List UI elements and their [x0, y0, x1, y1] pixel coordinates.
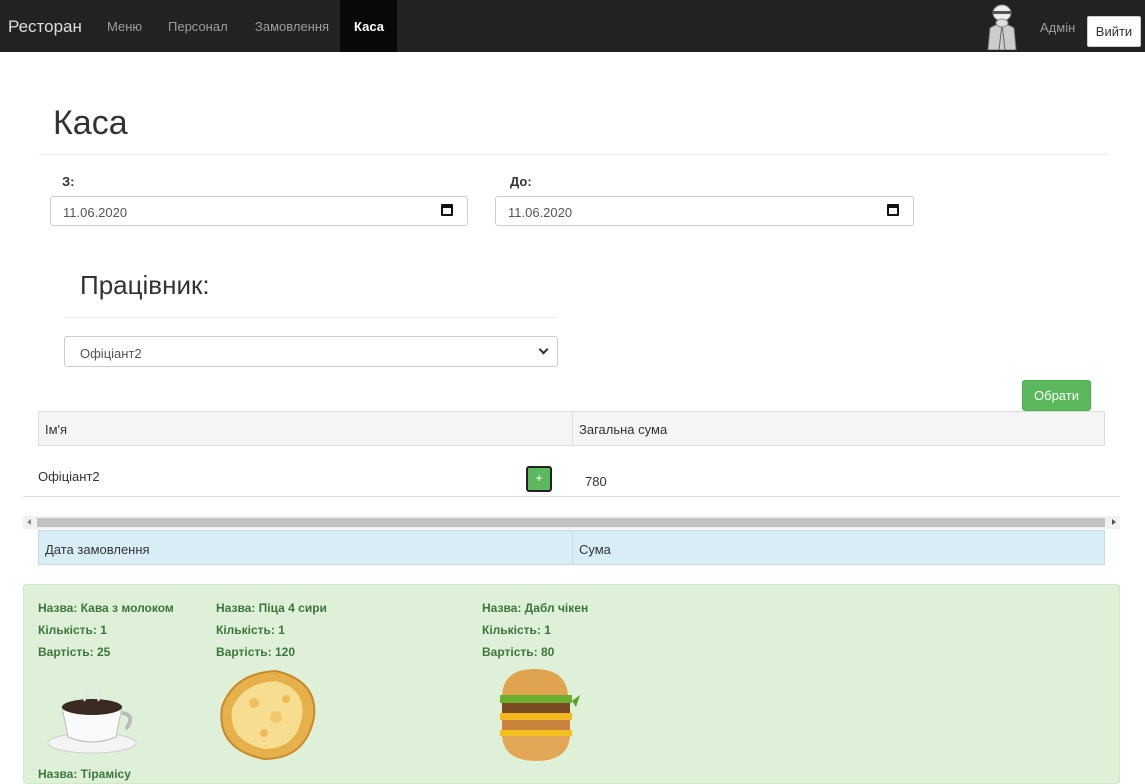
table-header: Ім'я Загальна сума	[38, 411, 1105, 446]
user-avatar	[987, 4, 1017, 50]
top-navbar: Ресторан Меню Персонал Замовлення Каса А…	[0, 0, 1145, 52]
scrollbar-thumb[interactable]	[37, 518, 1105, 527]
nav-link-cash-label: Каса	[354, 19, 384, 34]
nav-link-menu[interactable]: Меню	[107, 19, 142, 34]
order-item: Назва: Кава з молоком Кількість: 1 Варті…	[38, 601, 174, 667]
horizontal-scrollbar[interactable]	[23, 516, 1120, 529]
divider	[38, 154, 1108, 155]
calendar-icon[interactable]	[441, 204, 453, 216]
expand-button[interactable]: +	[526, 466, 552, 492]
choose-button[interactable]: Обрати	[1022, 380, 1091, 411]
item-name: Назва: Кава з молоком	[38, 601, 174, 615]
to-date-value: 11.06.2020	[508, 205, 573, 220]
column-header-sum: Сума	[579, 542, 611, 557]
column-header-total: Загальна сума	[579, 422, 668, 437]
employee-select[interactable]: Офіціант2	[64, 336, 558, 367]
pizza-image	[220, 669, 316, 761]
item-price: Вартість: 25	[38, 645, 111, 659]
logout-button[interactable]: Вийти	[1087, 16, 1141, 47]
order-item: Назва: Дабл чікен Кількість: 1 Вартість:…	[482, 601, 588, 667]
brand-link[interactable]: Ресторан	[8, 17, 82, 37]
nav-link-cash[interactable]: Каса	[340, 0, 397, 52]
page-title: Каса	[53, 104, 128, 142]
table-header-cell	[39, 412, 573, 445]
calendar-icon[interactable]	[887, 204, 899, 216]
burger-image	[500, 669, 580, 761]
scroll-right-icon[interactable]	[1112, 519, 1116, 525]
item-price: Вартість: 80	[482, 645, 555, 659]
employee-total: 780	[585, 474, 607, 489]
from-label: З:	[62, 174, 75, 189]
order-items-panel: Назва: Кава з молоком Кількість: 1 Варті…	[23, 584, 1120, 784]
item-name: Назва: Тірамісу	[38, 767, 131, 781]
to-date-input[interactable]: 11.06.2020	[495, 196, 914, 226]
item-quantity: Кількість: 1	[482, 623, 551, 637]
chevron-down-icon	[538, 344, 549, 355]
item-price: Вартість: 120	[216, 645, 296, 659]
from-date-input[interactable]: 11.06.2020	[50, 196, 468, 226]
item-quantity: Кількість: 1	[216, 623, 285, 637]
orders-header: Дата замовлення Сума	[38, 530, 1105, 565]
nav-link-orders[interactable]: Замовлення	[255, 19, 329, 34]
item-quantity: Кількість: 1	[38, 623, 107, 637]
user-name[interactable]: Адмін	[1040, 20, 1075, 35]
order-item: Назва: Піца 4 сири Кількість: 1 Вартість…	[216, 601, 327, 667]
coffee-cup-image	[47, 686, 137, 754]
to-label: До:	[510, 174, 532, 189]
column-header-name: Ім'я	[45, 422, 68, 437]
table-row: Офіціант2 + 780	[23, 462, 1120, 497]
item-name: Назва: Дабл чікен	[482, 601, 589, 615]
divider	[64, 317, 558, 318]
nav-link-staff[interactable]: Персонал	[168, 19, 228, 34]
item-name: Назва: Піца 4 сири	[216, 601, 327, 615]
employee-title: Працівник:	[80, 270, 210, 300]
scroll-left-icon[interactable]	[27, 519, 31, 525]
employee-select-value: Офіціант2	[80, 346, 142, 361]
from-date-value: 11.06.2020	[63, 205, 128, 220]
column-header-order-date: Дата замовлення	[45, 542, 150, 557]
employee-name: Офіціант2	[38, 469, 100, 484]
